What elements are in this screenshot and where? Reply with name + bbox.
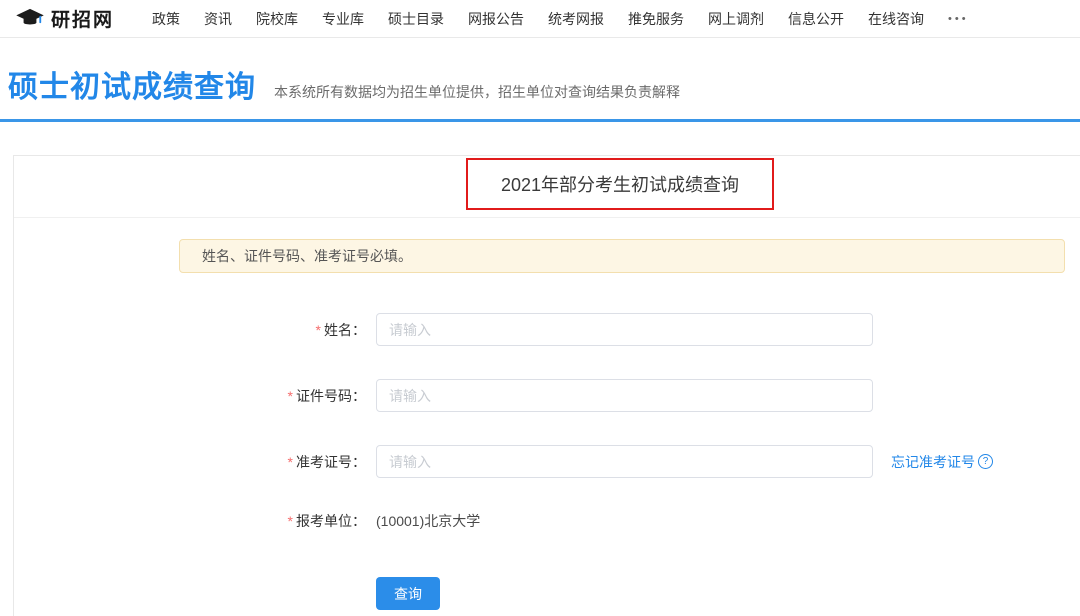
card-body: 姓名、证件号码、准考证号必填。 *姓名： *证件号码： *准考证号：: [14, 218, 1080, 610]
nav-more-ellipsis-icon[interactable]: •••: [936, 13, 981, 25]
id-number-label: *证件号码：: [14, 386, 366, 406]
name-input[interactable]: [376, 313, 873, 346]
institution-value: (10001)北京大学: [376, 511, 480, 531]
required-fields-notice: 姓名、证件号码、准考证号必填。: [179, 239, 1065, 273]
admission-ticket-input[interactable]: [376, 445, 873, 478]
required-asterisk: *: [316, 322, 321, 338]
card-header: 2021年部分考生初试成绩查询: [14, 156, 1080, 218]
form-row-admission-ticket: *准考证号： 忘记准考证号?: [14, 445, 1080, 478]
score-query-card: 2021年部分考生初试成绩查询 姓名、证件号码、准考证号必填。 *姓名： *证件…: [13, 155, 1080, 616]
nav-item-online-consult[interactable]: 在线咨询: [856, 9, 936, 29]
page-header: 硕士初试成绩查询 本系统所有数据均为招生单位提供，招生单位对查询结果负责解释: [0, 38, 1080, 119]
required-asterisk: *: [288, 388, 293, 404]
nav-item-report-notice[interactable]: 网报公告: [456, 9, 536, 29]
nav-item-college-library[interactable]: 院校库: [244, 9, 310, 29]
red-annotation-box: 2021年部分考生初试成绩查询: [466, 158, 774, 210]
forgot-ticket-link[interactable]: 忘记准考证号?: [891, 452, 993, 472]
logo-text: 研招网: [51, 5, 114, 32]
blue-divider: [0, 119, 1080, 122]
admission-ticket-label: *准考证号：: [14, 452, 366, 472]
main-nav: 政策 资讯 院校库 专业库 硕士目录 网报公告 统考网报 推免服务 网上调剂 信…: [140, 9, 981, 29]
help-circle-icon: ?: [978, 454, 993, 469]
query-button[interactable]: 查询: [376, 577, 440, 610]
site-logo[interactable]: 研招网: [15, 5, 114, 32]
card-title: 2021年部分考生初试成绩查询: [501, 171, 739, 197]
nav-item-exemption-service[interactable]: 推免服务: [616, 9, 696, 29]
form-row-name: *姓名：: [14, 313, 1080, 346]
nav-item-major-library[interactable]: 专业库: [310, 9, 376, 29]
name-label: *姓名：: [14, 320, 366, 340]
nav-item-online-adjustment[interactable]: 网上调剂: [696, 9, 776, 29]
graduation-cap-icon: [15, 8, 45, 30]
required-asterisk: *: [288, 513, 293, 529]
id-number-input[interactable]: [376, 379, 873, 412]
nav-item-master-catalog[interactable]: 硕士目录: [376, 9, 456, 29]
top-nav-bar: 研招网 政策 资讯 院校库 专业库 硕士目录 网报公告 统考网报 推免服务 网上…: [0, 0, 1080, 38]
nav-item-news[interactable]: 资讯: [192, 9, 244, 29]
page-subtitle: 本系统所有数据均为招生单位提供，招生单位对查询结果负责解释: [274, 82, 680, 102]
nav-item-policy[interactable]: 政策: [140, 9, 192, 29]
nav-item-info-disclosure[interactable]: 信息公开: [776, 9, 856, 29]
submit-row: 查询: [376, 577, 1080, 610]
form-row-id-number: *证件号码：: [14, 379, 1080, 412]
page-title: 硕士初试成绩查询: [8, 62, 256, 106]
required-asterisk: *: [288, 454, 293, 470]
nav-item-unified-exam-report[interactable]: 统考网报: [536, 9, 616, 29]
institution-label: *报考单位：: [14, 511, 366, 531]
form-row-institution: *报考单位： (10001)北京大学: [14, 511, 1080, 531]
